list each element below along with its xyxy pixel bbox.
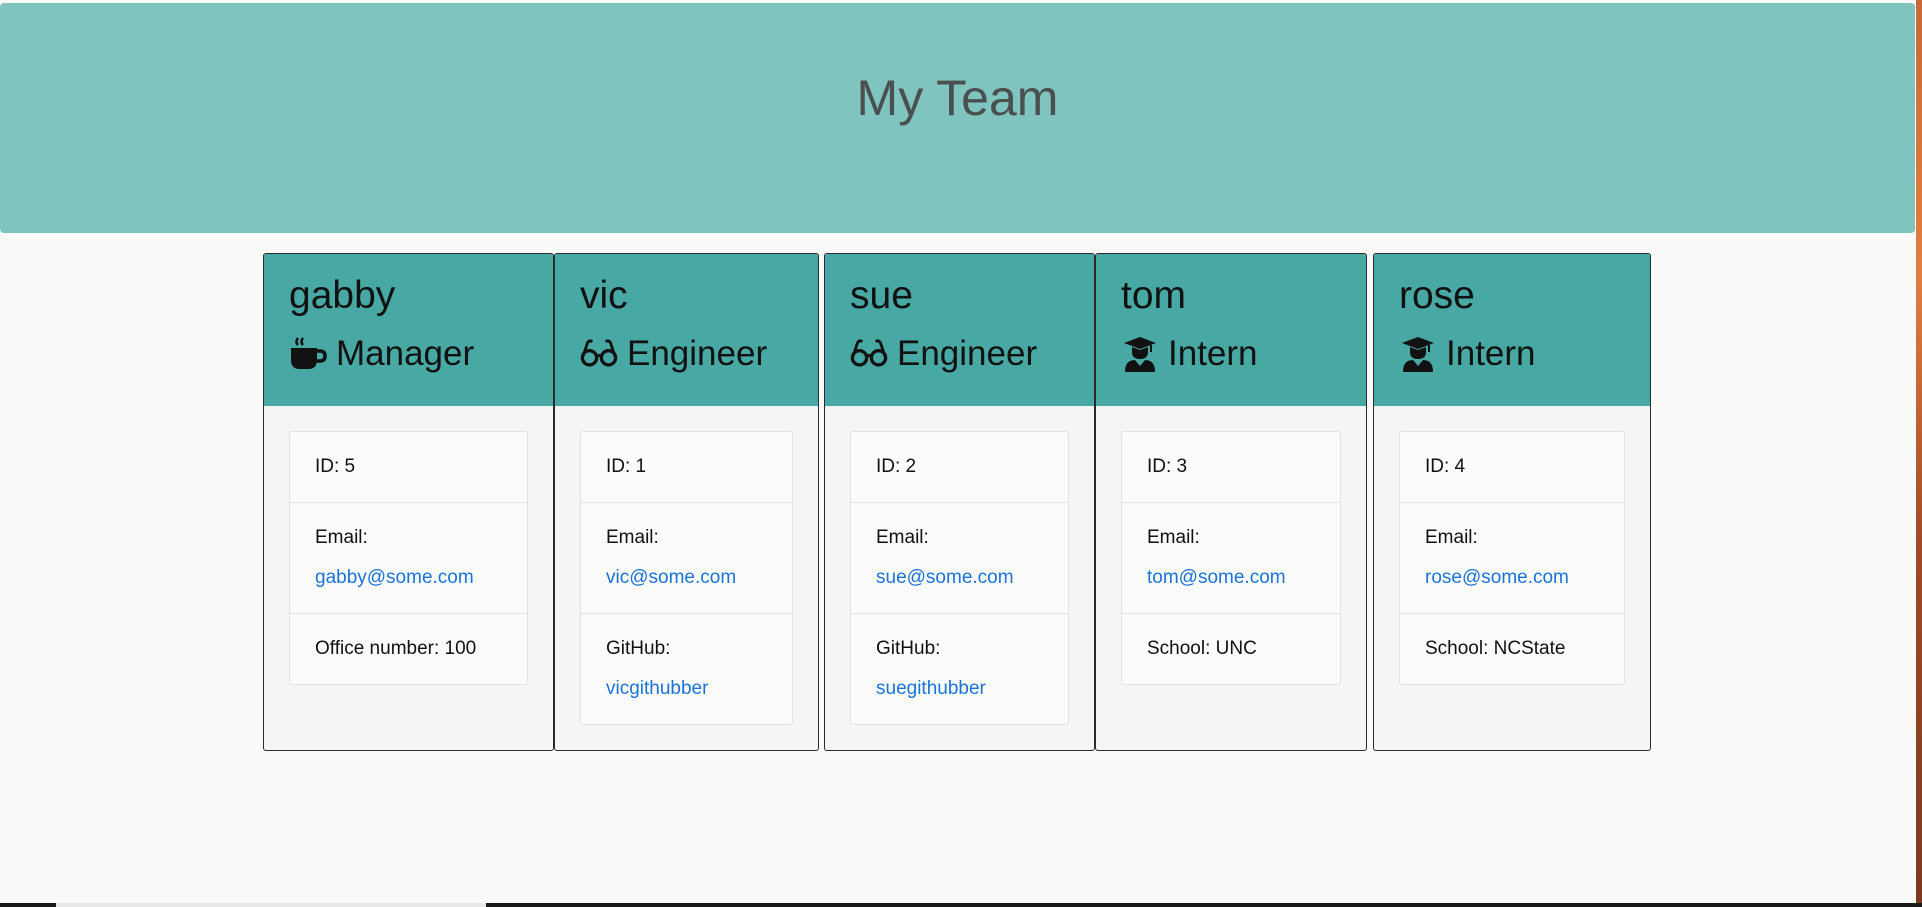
role-label: Engineer	[627, 334, 768, 373]
employee-details: ID: 1 Email: vic@some.com GitHub: vicgit…	[580, 431, 793, 725]
email-label: Email:	[1425, 527, 1478, 548]
graduate-icon	[1121, 336, 1159, 372]
card-header: vic Engineer	[555, 254, 818, 406]
email-link[interactable]: rose@some.com	[1425, 565, 1599, 591]
role-label: Intern	[1446, 334, 1536, 373]
email-label: Email:	[606, 527, 659, 548]
email-label: Email:	[315, 527, 368, 548]
header-banner: My Team	[0, 3, 1915, 233]
employee-details: ID: 2 Email: sue@some.com GitHub: suegit…	[850, 431, 1069, 725]
employee-id: ID: 5	[290, 432, 527, 503]
bottom-bar-highlight	[56, 903, 486, 907]
window-edge	[1916, 0, 1922, 907]
employee-card-gabby: gabby Manager ID: 5 Email: gabby@some.co…	[263, 253, 554, 751]
employee-name: vic	[580, 274, 628, 317]
page-title: My Team	[856, 70, 1059, 126]
github-label: GitHub:	[606, 638, 671, 659]
employee-card-tom: tom Intern ID: 3 Email: tom@some.com Sch…	[1095, 253, 1367, 751]
employee-email: Email: vic@some.com	[581, 503, 792, 614]
role-label: Manager	[336, 334, 475, 373]
employee-github: GitHub: suegithubber	[851, 614, 1068, 724]
employee-name: sue	[850, 274, 913, 317]
employee-card-vic: vic Engineer ID: 1 Email: vic@some.com G…	[554, 253, 819, 751]
employee-card-sue: sue Engineer ID: 2 Email: sue@some.com G…	[824, 253, 1095, 751]
github-link[interactable]: vicgithubber	[606, 676, 767, 702]
email-label: Email:	[876, 527, 929, 548]
employee-github: GitHub: vicgithubber	[581, 614, 792, 724]
employee-role: Intern	[1399, 332, 1650, 376]
github-link[interactable]: suegithubber	[876, 676, 1043, 702]
employee-details: ID: 4 Email: rose@some.com School: NCSta…	[1399, 431, 1625, 685]
glasses-icon	[580, 336, 618, 372]
email-label: Email:	[1147, 527, 1200, 548]
employee-role: Intern	[1121, 332, 1366, 376]
email-link[interactable]: tom@some.com	[1147, 565, 1315, 591]
employee-role: Manager	[289, 332, 553, 376]
employee-email: Email: rose@some.com	[1400, 503, 1624, 614]
bottom-bar	[0, 903, 1922, 907]
email-link[interactable]: gabby@some.com	[315, 565, 502, 591]
card-header: tom Intern	[1096, 254, 1366, 406]
school: School: NCState	[1425, 638, 1566, 659]
employee-id: ID: 2	[851, 432, 1068, 503]
employee-details: ID: 5 Email: gabby@some.com Office numbe…	[289, 431, 528, 685]
employee-id: ID: 4	[1400, 432, 1624, 503]
employee-name: tom	[1121, 274, 1187, 317]
glasses-icon	[850, 336, 888, 372]
card-header: rose Intern	[1374, 254, 1650, 406]
employee-role: Engineer	[580, 332, 818, 376]
employee-email: Email: sue@some.com	[851, 503, 1068, 614]
employee-role: Engineer	[850, 332, 1094, 376]
page: My Team gabby Manager ID: 5 Email: gabby…	[0, 0, 1922, 907]
employee-name: rose	[1399, 274, 1475, 317]
employee-email: Email: tom@some.com	[1122, 503, 1340, 614]
employee-card-rose: rose Intern ID: 4 Email: rose@some.com S…	[1373, 253, 1651, 751]
employee-id: ID: 1	[581, 432, 792, 503]
email-link[interactable]: sue@some.com	[876, 565, 1043, 591]
employee-email: Email: gabby@some.com	[290, 503, 527, 614]
role-label: Intern	[1168, 334, 1258, 373]
school: School: UNC	[1147, 638, 1257, 659]
role-label: Engineer	[897, 334, 1038, 373]
card-header: gabby Manager	[264, 254, 553, 406]
office-number: Office number: 100	[315, 638, 477, 659]
card-header: sue Engineer	[825, 254, 1094, 406]
github-label: GitHub:	[876, 638, 941, 659]
graduate-icon	[1399, 336, 1437, 372]
employee-name: gabby	[289, 274, 396, 317]
employee-id: ID: 3	[1122, 432, 1340, 503]
employee-details: ID: 3 Email: tom@some.com School: UNC	[1121, 431, 1341, 685]
coffee-icon	[289, 336, 327, 372]
email-link[interactable]: vic@some.com	[606, 565, 767, 591]
